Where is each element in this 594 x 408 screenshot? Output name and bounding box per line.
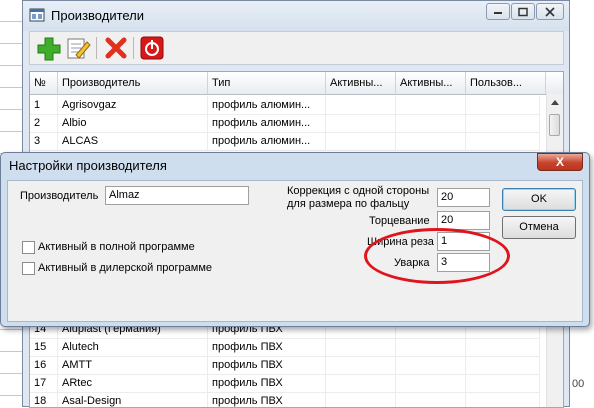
active-full-label: Активный в полной программе	[38, 241, 195, 253]
cell-number: 18	[30, 392, 58, 407]
minimize-button[interactable]	[486, 3, 510, 20]
cell-active-dealer	[396, 114, 466, 132]
column-header-active-dealer[interactable]: Активны...	[396, 72, 466, 94]
maximize-button[interactable]	[511, 3, 535, 20]
producer-field[interactable]: Almaz	[105, 186, 249, 205]
cell-number: 16	[30, 356, 58, 374]
cell-user	[466, 392, 540, 407]
cell-producer: Agrisovgaz	[58, 96, 208, 114]
active-full-checkbox[interactable]	[22, 241, 35, 254]
cell-active-full	[326, 338, 396, 356]
edit-button[interactable]	[64, 35, 92, 61]
edit-icon	[67, 38, 91, 59]
background-number: 00	[572, 378, 585, 390]
cell-producer: AMTT	[58, 356, 208, 374]
table-row[interactable]: 2 Albio профиль алюмин...	[30, 114, 540, 133]
cell-producer: Albio	[58, 114, 208, 132]
active-dealer-label: Активный в дилерской программе	[38, 262, 213, 274]
cell-number: 15	[30, 338, 58, 356]
cell-number: 17	[30, 374, 58, 392]
power-icon	[140, 36, 164, 60]
highlight-annotation	[364, 228, 510, 284]
app-window-icon	[29, 7, 45, 23]
trim-field[interactable]: 20	[437, 211, 490, 230]
delete-icon	[105, 37, 127, 59]
close-icon	[545, 6, 555, 17]
cell-active-full	[326, 96, 396, 114]
cell-active-dealer	[396, 338, 466, 356]
title-bar[interactable]: Производители	[23, 1, 569, 31]
table-row[interactable]: 16 AMTT профиль ПВХ	[30, 356, 540, 375]
cell-number: 2	[30, 114, 58, 132]
column-header-producer[interactable]: Производитель	[58, 72, 208, 94]
cell-number: 3	[30, 132, 58, 150]
column-header-number[interactable]: №	[30, 72, 58, 94]
cell-type: профиль ПВХ	[208, 392, 326, 407]
cell-user	[466, 374, 540, 392]
cell-user	[466, 114, 540, 132]
cell-active-dealer	[396, 356, 466, 374]
column-header-user[interactable]: Пользов...	[466, 72, 546, 94]
cell-active-full	[326, 114, 396, 132]
correction-label-line2: для размера по фальцу	[287, 198, 410, 210]
cell-type: профиль алюмин...	[208, 132, 326, 150]
cell-number: 1	[30, 96, 58, 114]
table-row[interactable]: 17 ARtec профиль ПВХ	[30, 374, 540, 393]
cell-active-dealer	[396, 392, 466, 407]
cell-active-full	[326, 132, 396, 150]
toolbar-separator	[133, 37, 134, 59]
producer-settings-dialog: Настройки производителя X Производитель …	[0, 152, 590, 327]
cell-producer: ALCAS	[58, 132, 208, 150]
cell-producer: Alutech	[58, 338, 208, 356]
cell-active-dealer	[396, 96, 466, 114]
table-row[interactable]: 3 ALCAS профиль алюмин...	[30, 132, 540, 151]
column-header-active-full[interactable]: Активны...	[326, 72, 396, 94]
window-title: Производители	[51, 8, 145, 23]
cell-user	[466, 96, 540, 114]
maximize-icon	[518, 7, 528, 16]
column-header-type[interactable]: Тип	[208, 72, 326, 94]
cell-active-dealer	[396, 374, 466, 392]
cell-producer: ARtec	[58, 374, 208, 392]
close-window-button[interactable]	[536, 3, 564, 20]
cell-user	[466, 338, 540, 356]
cancel-button[interactable]: Отмена	[502, 216, 576, 239]
cell-active-dealer	[396, 132, 466, 150]
scroll-up-icon[interactable]	[550, 98, 560, 106]
cell-active-full	[326, 356, 396, 374]
table-row[interactable]: 15 Alutech профиль ПВХ	[30, 338, 540, 357]
active-dealer-checkbox[interactable]	[22, 262, 35, 275]
toolbar	[29, 31, 564, 65]
cell-active-full	[326, 392, 396, 407]
correction-label-line1: Коррекция с одной стороны	[287, 185, 430, 197]
toolbar-separator	[96, 37, 97, 59]
cell-type: профиль ПВХ	[208, 338, 326, 356]
producer-label: Производитель	[20, 190, 99, 202]
add-button[interactable]	[35, 35, 63, 61]
correction-field[interactable]: 20	[437, 188, 490, 207]
trim-label: Торцевание	[369, 215, 430, 227]
add-icon	[37, 37, 61, 61]
cell-type: профиль ПВХ	[208, 356, 326, 374]
cell-type: профиль ПВХ	[208, 374, 326, 392]
dialog-close-button[interactable]: X	[537, 153, 583, 171]
cell-user	[466, 132, 540, 150]
exit-button[interactable]	[138, 35, 166, 61]
delete-button[interactable]	[102, 35, 130, 61]
cell-user	[466, 356, 540, 374]
cell-type: профиль алюмин...	[208, 114, 326, 132]
minimize-icon	[494, 11, 502, 14]
table-row[interactable]: 18 Asal-Design профиль ПВХ	[30, 392, 540, 407]
ok-button[interactable]: OK	[502, 188, 576, 211]
table-header: № Производитель Тип Активны... Активны..…	[30, 72, 563, 95]
dialog-title: Настройки производителя	[9, 158, 167, 173]
cell-active-full	[326, 374, 396, 392]
cell-type: профиль алюмин...	[208, 96, 326, 114]
cell-producer: Asal-Design	[58, 392, 208, 407]
close-icon: X	[555, 155, 564, 169]
scroll-thumb[interactable]	[549, 114, 560, 136]
table-row[interactable]: 1 Agrisovgaz профиль алюмин...	[30, 96, 540, 115]
